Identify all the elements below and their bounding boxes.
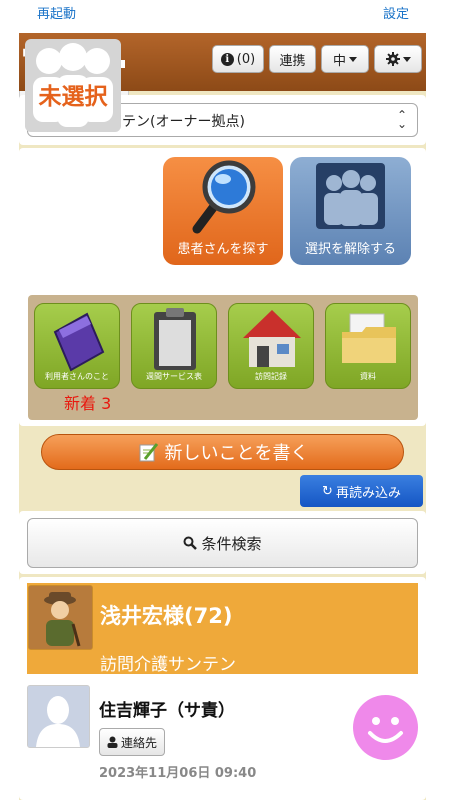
condition-search-button[interactable]: 条件検索 xyxy=(27,518,418,568)
write-new-label: 新しいことを書く xyxy=(164,443,309,464)
info-icon: i xyxy=(220,52,234,66)
updown-chevron-icon: ⌃ ⌄ xyxy=(396,108,407,131)
person-silhouette-icon xyxy=(28,686,89,747)
unselected-image: 未選択 xyxy=(25,39,121,132)
smiley-face-graphic xyxy=(368,717,403,743)
font-size-label: 中 xyxy=(332,53,346,69)
caret-down-icon xyxy=(402,56,411,62)
reload-label: 再読み込み xyxy=(335,485,401,501)
find-patient-button[interactable]: 患者さんを探す xyxy=(163,157,283,265)
refresh-icon: ↻ xyxy=(322,483,333,499)
write-new-button[interactable]: 新しいことを書く xyxy=(41,434,404,470)
staff-name: 住吉輝子（サ責） xyxy=(99,701,235,721)
menu-grid: 利用者さんのこと 週間サービス表 訪問記録 資料 新着 3 xyxy=(28,295,418,420)
browser-topbar: 再起動 設定 xyxy=(0,0,450,28)
magnifier-icon xyxy=(192,160,256,234)
unselected-label: 未選択 xyxy=(38,84,108,110)
info-button[interactable]: i (0) xyxy=(212,45,264,73)
condition-search-label: 条件検索 xyxy=(201,534,262,553)
patient-card[interactable]: 浅井宏様(72) 訪問介護サンテン xyxy=(27,583,418,675)
staff-timestamp: 2023年11月06日 09:40 xyxy=(99,766,257,781)
patient-office: 訪問介護サンテン xyxy=(100,655,236,675)
clear-selection-label: 選択を解除する xyxy=(304,242,396,257)
info-count: (0) xyxy=(236,51,256,67)
gear-icon xyxy=(385,52,400,66)
elderly-man-icon xyxy=(29,586,92,649)
contact-button[interactable]: 連絡先 xyxy=(99,728,166,756)
settings-dropdown[interactable] xyxy=(374,45,422,73)
find-patient-label: 患者さんを探す xyxy=(177,242,269,257)
selected-patient-placeholder[interactable]: 未選択 xyxy=(19,33,129,140)
menu-weekly-service-button[interactable]: 週間サービス表 xyxy=(131,303,217,389)
reload-button[interactable]: ↻ 再読み込み xyxy=(300,475,423,507)
clear-selection-button[interactable]: 選択を解除する xyxy=(290,157,411,265)
caret-down-icon xyxy=(349,56,357,62)
smiley-face-icon[interactable] xyxy=(353,695,418,760)
menu-documents-label: 資料 xyxy=(360,372,376,381)
menu-user-info-button[interactable]: 利用者さんのこと xyxy=(34,303,120,389)
contact-label: 連絡先 xyxy=(121,735,158,750)
restart-link[interactable]: 再起動 xyxy=(37,3,76,22)
note-pencil-icon xyxy=(139,443,158,462)
link-button[interactable]: 連携 xyxy=(269,45,316,73)
menu-weekly-service-label: 週間サービス表 xyxy=(146,372,202,381)
patient-avatar xyxy=(28,585,93,650)
menu-user-info-label: 利用者さんのこと xyxy=(45,372,109,381)
house-icon xyxy=(243,310,301,367)
user-icon xyxy=(107,736,118,748)
menu-visit-record-label: 訪問記録 xyxy=(255,372,287,381)
group-icon xyxy=(316,163,385,229)
clipboard-icon xyxy=(154,308,196,370)
font-size-dropdown[interactable]: 中 xyxy=(321,45,369,73)
new-items-badge[interactable]: 新着 3 xyxy=(64,390,111,414)
menu-documents-button[interactable]: 資料 xyxy=(325,303,411,389)
folder-icon xyxy=(342,313,396,363)
staff-avatar xyxy=(27,685,90,748)
app-frame: THP i (0) 連携 中 xyxy=(19,33,426,800)
book-icon xyxy=(53,312,105,372)
link-label: 連携 xyxy=(279,53,306,69)
patient-name: 浅井宏様(72) xyxy=(100,604,233,628)
search-icon xyxy=(183,536,198,550)
settings-link[interactable]: 設定 xyxy=(383,3,409,22)
menu-visit-record-button[interactable]: 訪問記録 xyxy=(228,303,314,389)
